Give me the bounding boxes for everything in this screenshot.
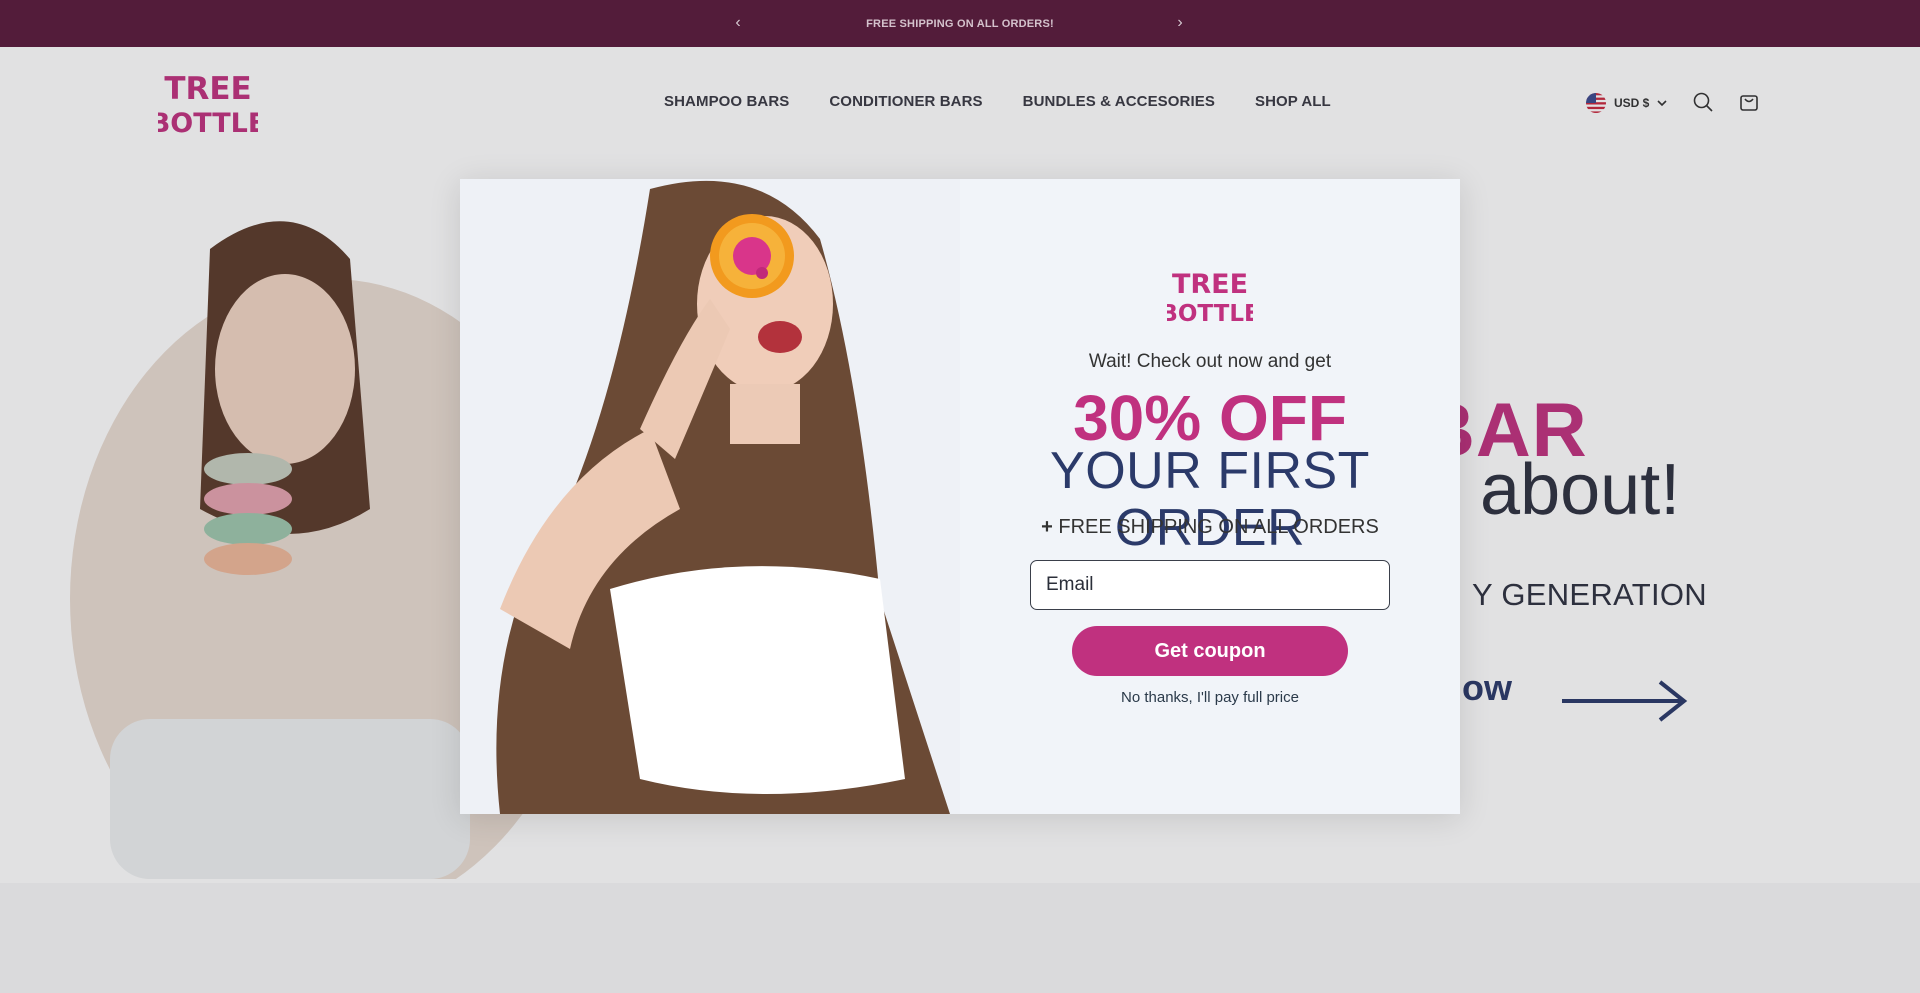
popup-logo-line2: BOTTLE [1167,301,1253,325]
discount-popup: TREE BOTTLE Wait! Check out now and get … [460,179,1460,814]
popup-logo-line1: TREE [1172,269,1248,300]
popup-shipping-label: FREE SHIPPING ON ALL ORDERS [1058,516,1379,538]
popup-model-image [460,179,960,814]
email-input[interactable] [1030,560,1390,610]
get-coupon-button[interactable]: Get coupon [1072,626,1348,676]
popup-intro-text: Wait! Check out now and get [1088,351,1332,372]
plus-icon: + [1041,516,1053,538]
popup-logo: TREE BOTTLE [1167,269,1253,325]
popup-shipping-text: + FREE SHIPPING ON ALL ORDERS [960,516,1460,539]
popup-first-order-heading: YOUR FIRST ORDER [1050,442,1370,558]
decline-link[interactable]: No thanks, I'll pay full price [960,689,1460,706]
popup-content: TREE BOTTLE Wait! Check out now and get … [960,179,1460,814]
